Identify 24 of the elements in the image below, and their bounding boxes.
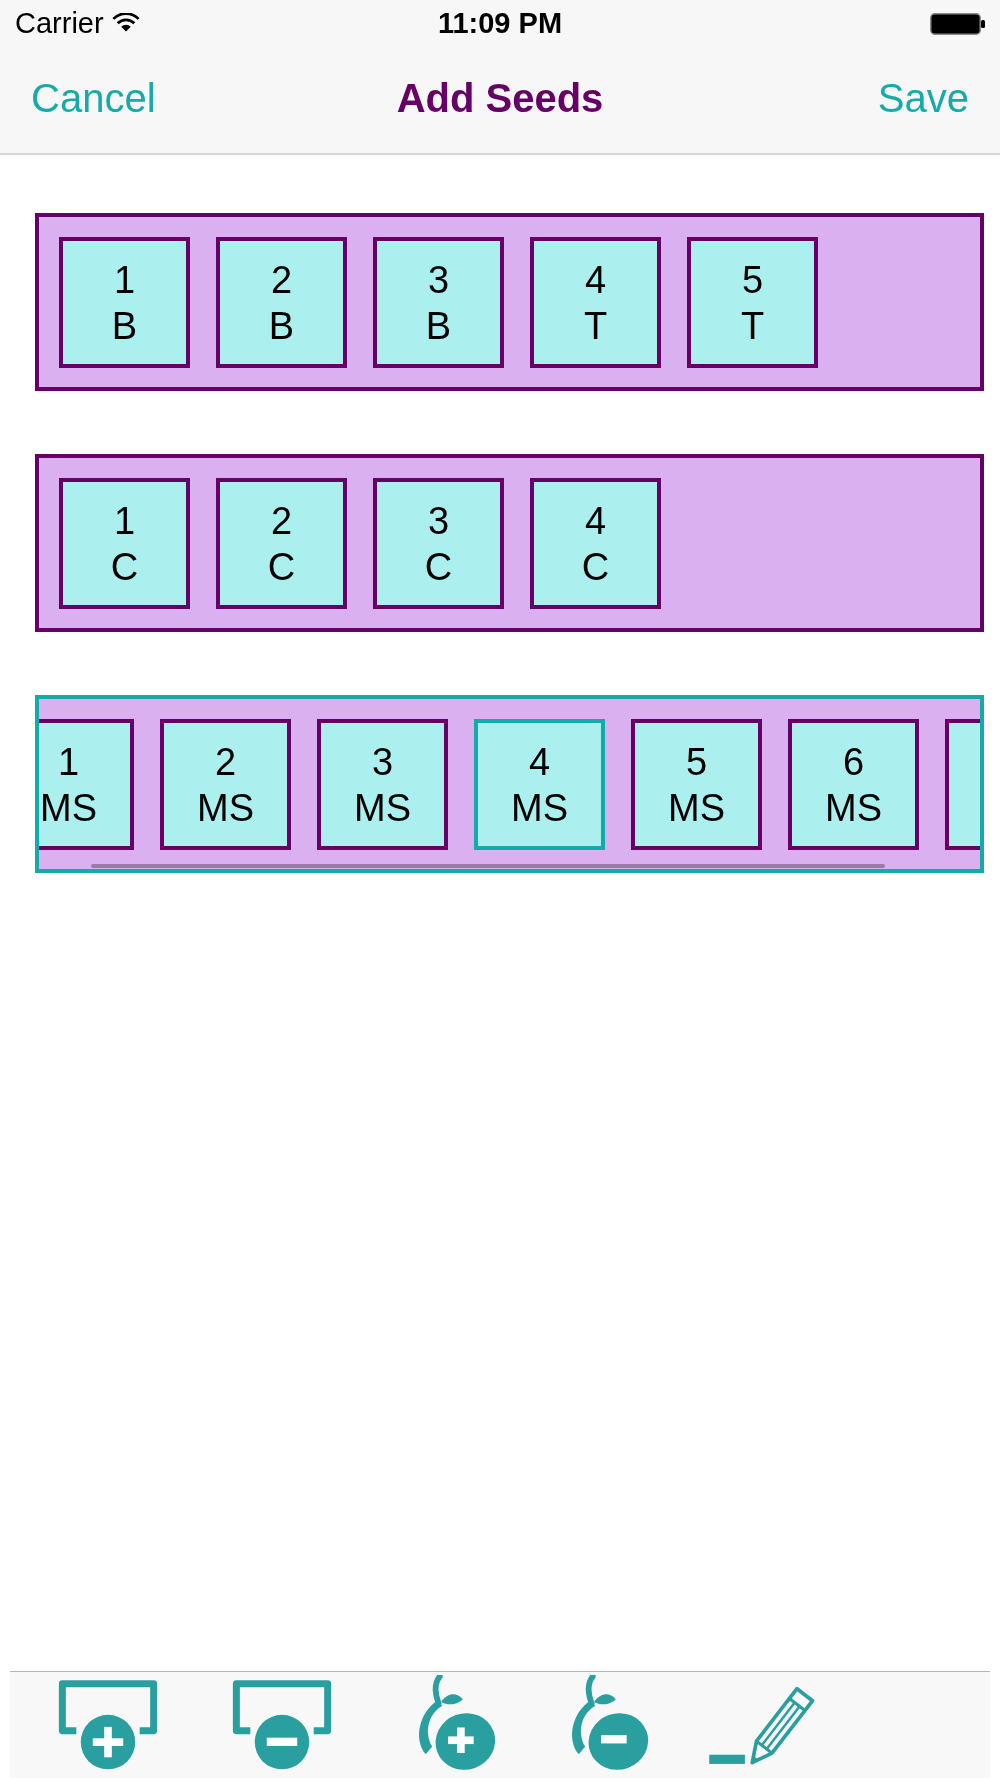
seed-tile[interactable]: 4 T [530, 237, 661, 368]
seed-tile[interactable]: 1 MS [39, 719, 134, 850]
clock-time: 11:09 PM [437, 9, 563, 38]
tray-row[interactable]: 1 B 2 B 3 B 4 T 5 T [35, 213, 984, 391]
seed-tile[interactable]: 3 C [373, 478, 504, 609]
battery-icon [930, 12, 985, 35]
seed-tile[interactable]: 3 MS [317, 719, 448, 850]
seed-tile[interactable]: 6 MS [788, 719, 919, 850]
seed-tile[interactable]: 4 MS [474, 719, 605, 850]
seed-tile[interactable]: 5 MS [631, 719, 762, 850]
seed-tile[interactable]: 1 B [59, 237, 190, 368]
screen-title: Add Seeds [396, 78, 604, 118]
carrier-label: Carrier [15, 9, 104, 38]
seed-tile[interactable]: 4 C [530, 478, 661, 609]
seed-tile[interactable]: 1 C [59, 478, 190, 609]
tray-row[interactable]: 1 C 2 C 3 C 4 C [35, 454, 984, 632]
seed-tile[interactable]: 2 B [216, 237, 347, 368]
seed-tile[interactable]: 2 C [216, 478, 347, 609]
seed-tile[interactable]: 5 T [687, 237, 818, 368]
tray-plus-icon[interactable] [57, 1680, 159, 1770]
tray-minus-icon[interactable] [231, 1680, 333, 1770]
seed-tile[interactable]: 2 MS [160, 719, 291, 850]
seed-tile[interactable]: 3 B [373, 237, 504, 368]
tray-row[interactable]: 1 MS 2 MS 3 MS 4 MS 5 MS 6 MS [35, 695, 984, 873]
